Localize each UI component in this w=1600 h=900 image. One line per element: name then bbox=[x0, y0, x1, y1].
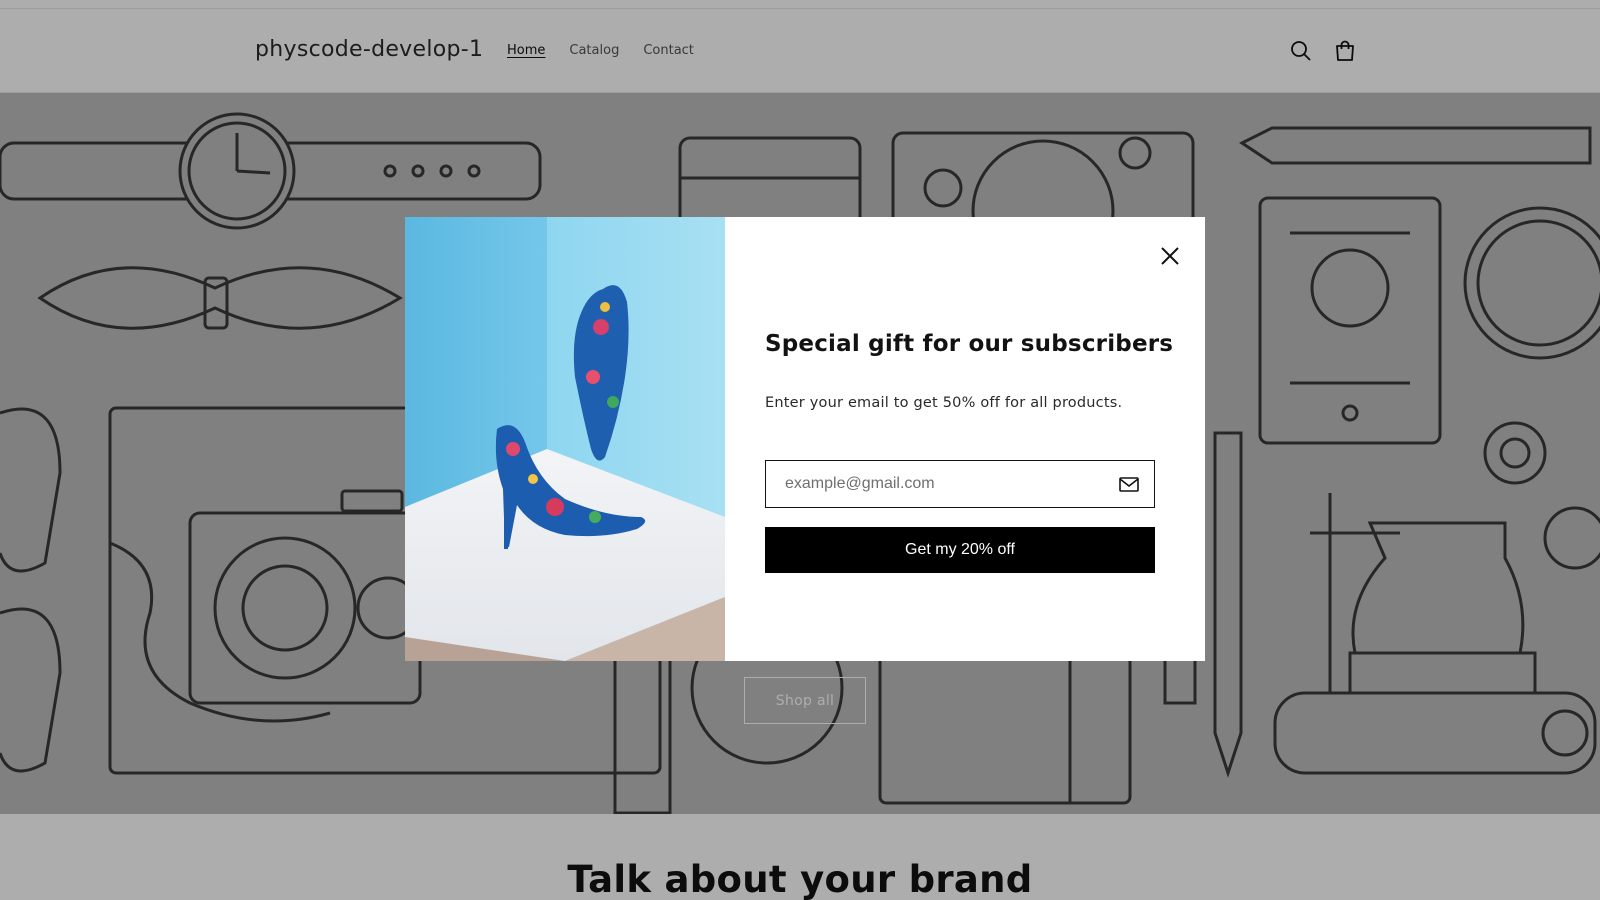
get-discount-button[interactable]: Get my 20% off bbox=[765, 527, 1155, 573]
popup-title: Special gift for our subscribers bbox=[765, 331, 1174, 357]
email-input[interactable] bbox=[766, 461, 1106, 507]
popup-description: Enter your email to get 50% off for all … bbox=[765, 395, 1123, 411]
newsletter-popup: Special gift for our subscribers Enter y… bbox=[405, 217, 1205, 661]
mail-icon[interactable] bbox=[1118, 474, 1140, 494]
email-field-wrapper bbox=[765, 460, 1155, 508]
popup-image bbox=[405, 217, 725, 661]
high-heels-image bbox=[405, 217, 725, 661]
close-icon[interactable] bbox=[1155, 241, 1185, 271]
popup-content: Special gift for our subscribers Enter y… bbox=[725, 217, 1205, 661]
